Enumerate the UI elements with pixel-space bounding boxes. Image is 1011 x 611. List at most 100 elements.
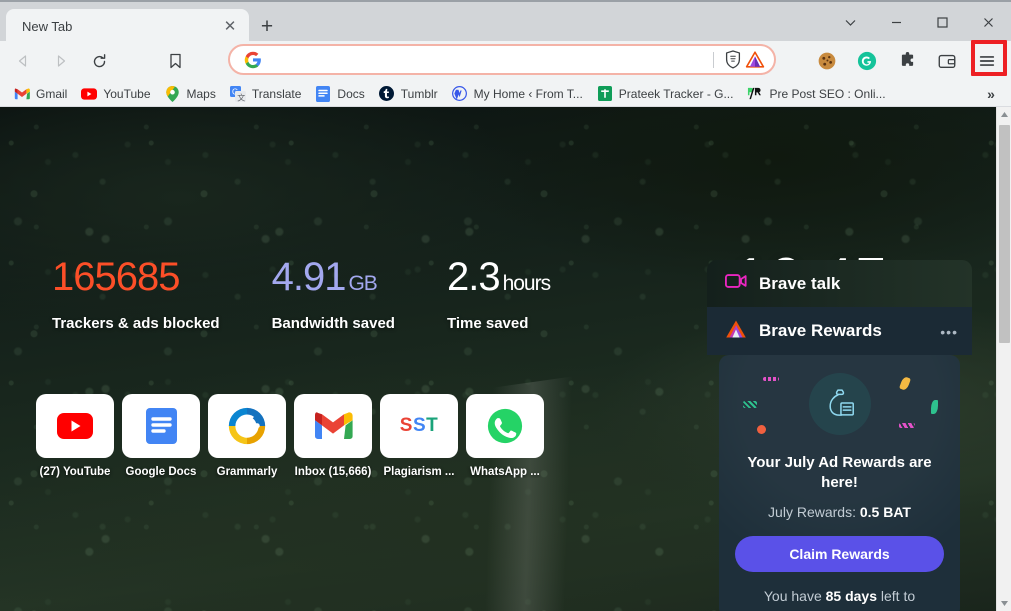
- tile-label: WhatsApp ...: [470, 466, 540, 478]
- tile-google-docs[interactable]: Google Docs: [122, 394, 200, 478]
- forward-button[interactable]: [46, 46, 76, 76]
- grammarly-icon: [208, 394, 286, 458]
- gmail-icon: [294, 394, 372, 458]
- video-camera-icon: [725, 273, 747, 294]
- tile-label: Google Docs: [125, 466, 197, 478]
- time-saved-label: Time saved: [446, 315, 529, 332]
- bookmark-label: Docs: [337, 86, 365, 101]
- brave-talk-title: Brave talk: [759, 273, 841, 293]
- bookmark-label: Translate: [251, 86, 302, 101]
- confetti-squiggle-pink: [763, 377, 779, 381]
- bookmark-label: YouTube: [103, 86, 151, 101]
- tile-label: Grammarly: [216, 466, 278, 478]
- rewards-headline: Your July Ad Rewards are here!: [747, 454, 932, 491]
- tile-inbox[interactable]: Inbox (15,666): [294, 394, 372, 478]
- scroll-up-arrow-icon[interactable]: [997, 107, 1011, 122]
- whatsapp-icon: [466, 394, 544, 458]
- minimize-button[interactable]: [873, 2, 919, 43]
- reload-button[interactable]: [84, 46, 114, 76]
- google-icon: [244, 51, 262, 69]
- grammarly-extension-icon[interactable]: [852, 46, 882, 76]
- bandwidth-saved-stat: 4.91 GB Bandwidth saved: [272, 257, 395, 332]
- tile-label: (27) YouTube: [39, 466, 111, 478]
- cookie-extension-icon[interactable]: [812, 46, 842, 76]
- bookmark-label: Tumblr: [400, 86, 438, 101]
- tile-plagiarism[interactable]: SST Plagiarism ...: [380, 394, 458, 478]
- time-saved-value: 2.3: [446, 255, 501, 299]
- svg-text:文: 文: [237, 92, 245, 102]
- brave-rewards-title: Brave Rewards: [759, 321, 882, 340]
- rewards-amount: 0.5 BAT: [859, 504, 911, 520]
- tab-close-icon[interactable]: ✕: [221, 17, 239, 35]
- confetti-banana-yellow: [899, 376, 911, 391]
- tile-youtube[interactable]: (27) YouTube: [36, 394, 114, 478]
- maximize-button[interactable]: [919, 2, 965, 43]
- google-translate-icon: G 文: [229, 85, 246, 102]
- rewards-footer-prefix: You have: [763, 588, 826, 604]
- google-sheets-icon: [597, 86, 613, 102]
- bookmark-translate[interactable]: G 文 Translate: [224, 83, 308, 105]
- page-scrollbar[interactable]: [996, 107, 1011, 611]
- tile-grammarly[interactable]: Grammarly: [208, 394, 286, 478]
- rewards-amount-prefix: July Rewards:: [768, 504, 860, 520]
- address-input[interactable]: [270, 48, 705, 71]
- bookmarks-bar: Gmail YouTube Maps G 文: [0, 81, 1011, 107]
- omnibox-divider: [713, 51, 714, 68]
- brave-talk-widget[interactable]: Brave talk: [707, 260, 972, 307]
- scrollbar-thumb[interactable]: [999, 125, 1010, 343]
- back-button[interactable]: [8, 46, 38, 76]
- browser-menu-button[interactable]: [972, 46, 1002, 76]
- bookmark-label: Gmail: [36, 86, 68, 101]
- new-tab-button[interactable]: +: [254, 13, 280, 39]
- tile-whatsapp[interactable]: WhatsApp ...: [466, 394, 544, 478]
- window-controls: [827, 2, 1011, 43]
- close-button[interactable]: [965, 2, 1011, 43]
- bookmark-gmail[interactable]: Gmail: [8, 83, 73, 105]
- brave-rewards-menu-button[interactable]: •••: [940, 325, 958, 339]
- brave-rewards-widget-header: Brave Rewards •••: [707, 307, 972, 355]
- brave-rewards-card: Your July Ad Rewards are here! July Rewa…: [719, 355, 960, 611]
- scroll-down-arrow-icon[interactable]: [997, 596, 1011, 611]
- bookmark-youtube[interactable]: YouTube: [75, 83, 156, 105]
- confetti-squiggle-magenta: [899, 423, 915, 428]
- bookmark-maps[interactable]: Maps: [159, 83, 222, 105]
- extensions-button[interactable]: [892, 46, 922, 76]
- brave-rewards-triangle-icon: [725, 319, 747, 344]
- prepostseo-icon: [747, 86, 763, 102]
- tab-new-tab[interactable]: New Tab ✕: [6, 9, 249, 43]
- brave-shields-icon[interactable]: [722, 49, 744, 71]
- bookmark-label: Pre Post SEO : Onli...: [769, 86, 886, 101]
- rewards-footer-suffix: left to: [877, 588, 916, 604]
- brave-rewards-triangle-icon[interactable]: [744, 49, 766, 71]
- bookmark-prateek-tracker[interactable]: Prateek Tracker - G...: [591, 83, 740, 105]
- new-tab-page: 165685 Trackers & ads blocked 4.91 GB Ban…: [0, 107, 996, 611]
- top-sites-tiles: (27) YouTube Google Docs Grammarly Inbox…: [36, 394, 552, 478]
- confetti-leaf-green: [931, 400, 938, 414]
- claim-rewards-button[interactable]: Claim Rewards: [735, 536, 944, 572]
- trackers-blocked-stat: 165685 Trackers & ads blocked: [52, 257, 220, 332]
- bookmarks-overflow-button[interactable]: »: [981, 84, 1001, 104]
- bookmark-this-page-button[interactable]: [162, 46, 188, 76]
- bandwidth-saved-unit: GB: [348, 272, 377, 295]
- rewards-amount-row: July Rewards: 0.5 BAT: [735, 504, 944, 520]
- google-docs-icon: [122, 394, 200, 458]
- brave-wallet-button[interactable]: [932, 46, 962, 76]
- bookmark-label: My Home ‹ From T...: [473, 86, 583, 101]
- address-bar[interactable]: [228, 44, 776, 75]
- bookmark-my-home[interactable]: My Home ‹ From T...: [446, 83, 589, 105]
- brave-widgets-panel: Brave talk Brave Rewards ••• Your July A…: [707, 260, 972, 611]
- brave-stats: 165685 Trackers & ads blocked 4.91 GB Ban…: [52, 257, 602, 332]
- bookmark-docs[interactable]: Docs: [309, 83, 370, 105]
- tile-label: Plagiarism ...: [383, 466, 455, 478]
- wordpress-icon: [452, 86, 468, 102]
- bookmark-pre-post-seo[interactable]: Pre Post SEO : Onli...: [741, 83, 891, 105]
- bookmark-label: Maps: [186, 86, 216, 101]
- bandwidth-saved-value: 4.91: [271, 255, 347, 299]
- bandwidth-saved-label: Bandwidth saved: [271, 315, 395, 332]
- tab-search-button[interactable]: [827, 2, 873, 43]
- tumblr-icon: [379, 86, 395, 102]
- rewards-illustration: [735, 373, 944, 443]
- rewards-footer: You have 85 days left to: [735, 588, 944, 604]
- bookmark-tumblr[interactable]: Tumblr: [373, 83, 444, 105]
- bookmark-label: Prateek Tracker - G...: [618, 86, 734, 101]
